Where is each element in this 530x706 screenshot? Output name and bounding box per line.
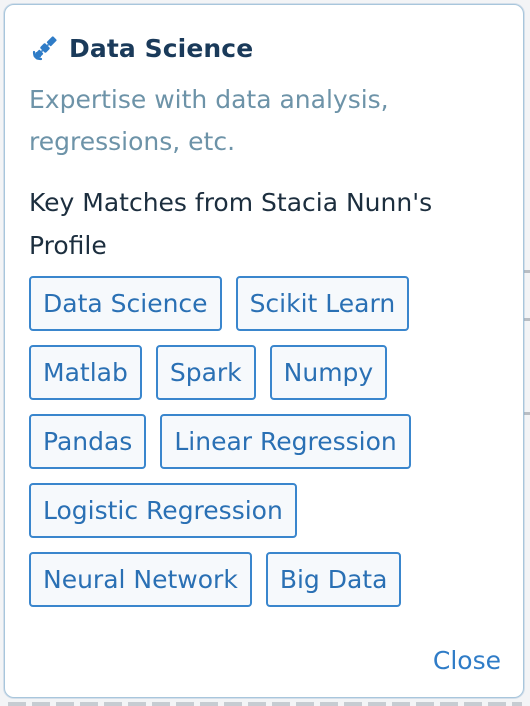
skill-tag[interactable]: Data Science	[29, 276, 222, 331]
skill-tag[interactable]: Linear Regression	[160, 414, 411, 469]
background-fragment	[524, 270, 530, 273]
card-description: Expertise with data analysis, regression…	[29, 85, 389, 156]
key-matches-heading: Key Matches from Stacia Nunn's Profile	[29, 188, 433, 260]
skill-tag[interactable]: Neural Network	[29, 552, 252, 607]
skill-tag[interactable]: Matlab	[29, 345, 142, 400]
background-text-fragment	[8, 702, 522, 706]
skill-tag-list: Data Science Scikit Learn Matlab Spark N…	[29, 276, 499, 607]
skill-tag[interactable]: Numpy	[269, 345, 388, 400]
skill-tag[interactable]: Logistic Regression	[29, 483, 297, 538]
card-title: Data Science	[69, 33, 254, 63]
skill-tag[interactable]: Scikit Learn	[235, 276, 410, 331]
skill-tag[interactable]: Spark	[155, 345, 256, 400]
skill-tag[interactable]: Big Data	[265, 552, 402, 607]
skill-tag[interactable]: Pandas	[29, 414, 147, 469]
skill-popover-card: Data Science Expertise with data analysi…	[4, 4, 524, 698]
close-button[interactable]: Close	[433, 646, 501, 675]
satellite-icon	[29, 31, 63, 65]
background-fragment	[524, 318, 530, 321]
satellite-icon-graphic	[32, 36, 57, 61]
card-header: Data Science	[29, 31, 253, 65]
background-fragment	[524, 412, 530, 415]
